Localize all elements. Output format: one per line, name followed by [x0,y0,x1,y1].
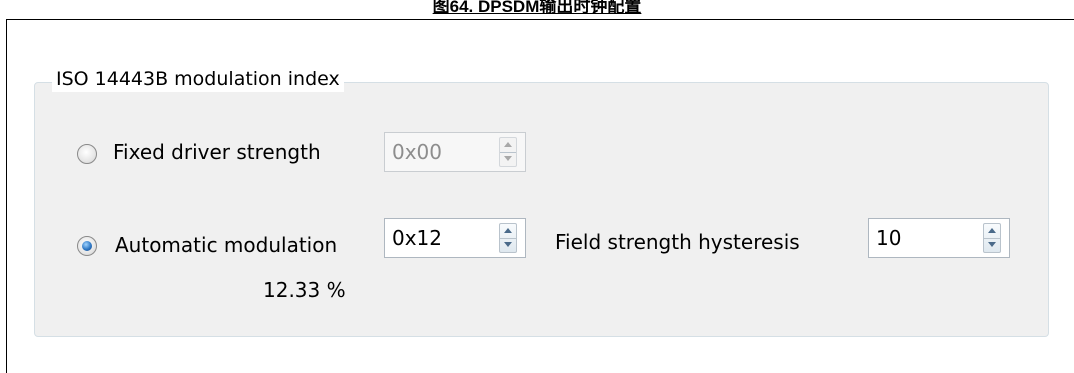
fixed-driver-strength-spinbox[interactable]: 0x00 [384,132,526,172]
spin-buttons[interactable] [499,223,517,253]
spin-up-icon[interactable] [504,228,512,233]
groupbox-title: ISO 14443B modulation index [52,66,344,96]
fixed-driver-strength-radio[interactable] [77,144,97,164]
radio-selected-dot [82,241,92,251]
field-strength-hysteresis-value: 10 [876,226,902,250]
figure-caption: 图64. DPSDM输出时钟配置 [432,0,642,16]
modulation-percent-value: 12.33 % [263,278,346,302]
fixed-driver-strength-label: Fixed driver strength [113,140,321,164]
spin-up-icon[interactable] [504,142,512,147]
spin-down-icon[interactable] [988,242,996,247]
spin-down-icon[interactable] [504,242,512,247]
field-strength-hysteresis-spinbox[interactable]: 10 [868,218,1010,258]
spin-divider [500,238,516,239]
modulation-index-groupbox [34,82,1049,337]
automatic-modulation-label: Automatic modulation [115,233,338,257]
field-strength-hysteresis-label: Field strength hysteresis [555,230,800,254]
automatic-modulation-radio[interactable] [77,236,97,256]
automatic-modulation-value: 0x12 [392,226,443,250]
spin-down-icon[interactable] [504,156,512,161]
spin-divider [984,238,1000,239]
fixed-driver-strength-value: 0x00 [392,140,443,164]
spin-buttons[interactable] [983,223,1001,253]
automatic-modulation-spinbox[interactable]: 0x12 [384,218,526,258]
spin-divider [500,152,516,153]
spin-buttons[interactable] [499,137,517,167]
spin-up-icon[interactable] [988,228,996,233]
